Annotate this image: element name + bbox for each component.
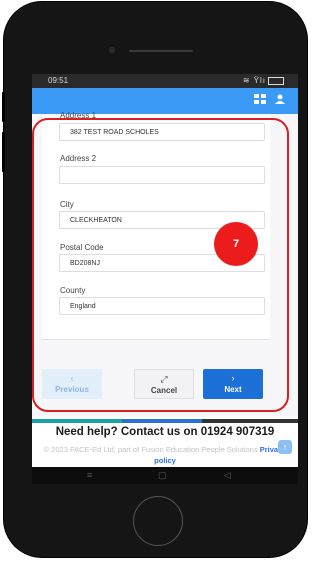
footer: © 2023 FACE-Ed Ltd, part of Fusion Educa… (32, 444, 298, 466)
home-icon[interactable]: ▢ (158, 470, 167, 481)
volume-button (2, 92, 5, 122)
progress-segment (202, 419, 298, 423)
form-content: Address 1 382 TEST ROAD SCHOLES Address … (32, 111, 298, 417)
profile-icon[interactable] (274, 94, 286, 106)
help-text: Need help? Contact us on 01924 907319 (55, 426, 275, 438)
battery-icon (268, 76, 284, 85)
speaker (129, 50, 193, 52)
volume-button (2, 132, 5, 172)
status-bar: 09:51 ≋ Ϋlı (32, 74, 298, 88)
progress-segment (32, 419, 122, 423)
highlight-ring (32, 118, 289, 412)
signal-icon: ≋ Ϋlı (242, 76, 266, 85)
arrow-up-icon[interactable]: ↑ (278, 440, 292, 454)
back-icon[interactable]: ◁ (224, 470, 231, 481)
android-nav-bar: ≡ ▢ ◁ (32, 467, 298, 484)
status-time: 09:51 (48, 76, 69, 85)
copyright-text: © 2023 FACE-Ed Ltd, part of Fusion Educa… (43, 445, 258, 454)
camera (109, 47, 115, 53)
progress-bar (32, 419, 298, 423)
home-button[interactable] (133, 496, 183, 546)
screen: 09:51 ≋ Ϋlı Address 1 382 TEST ROAD SCHO… (32, 74, 298, 484)
progress-segment (122, 419, 202, 423)
status-icons: ≋ Ϋlı (243, 76, 284, 85)
menu-icon[interactable]: ≡ (87, 470, 92, 480)
grid-icon[interactable] (254, 94, 266, 106)
